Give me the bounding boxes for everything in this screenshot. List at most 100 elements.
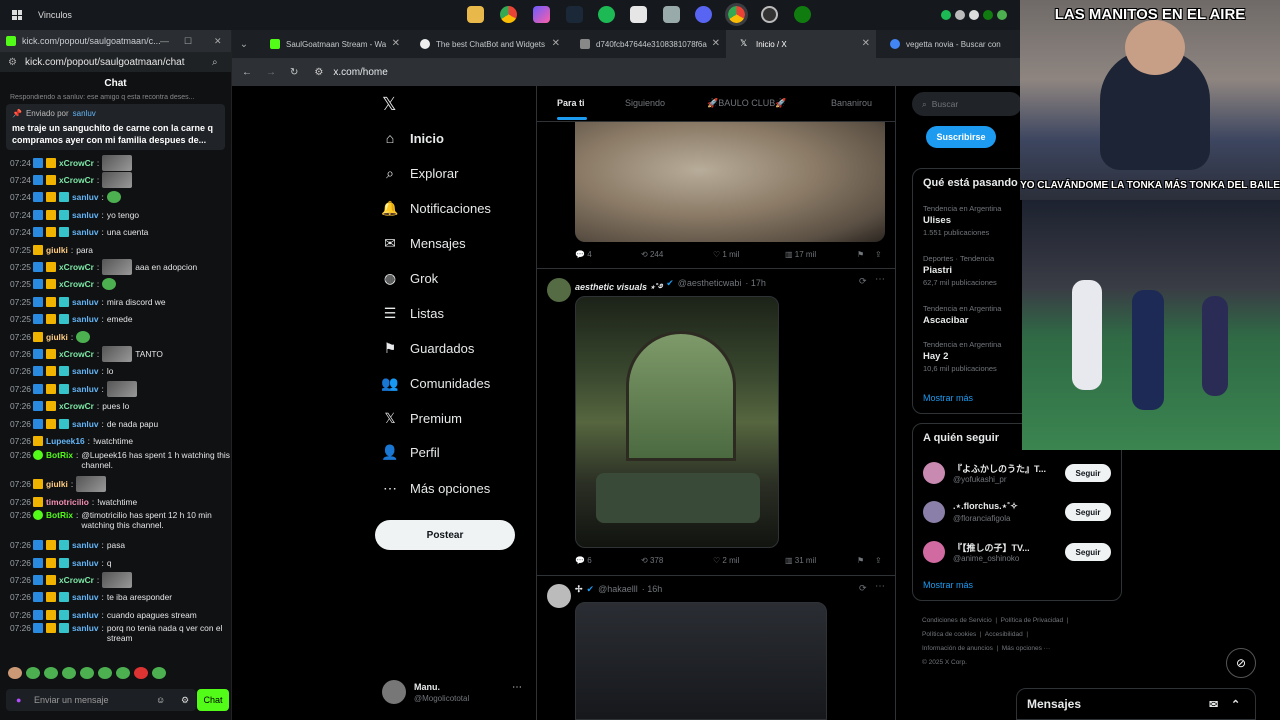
message-username[interactable]: xCrowCr bbox=[59, 401, 94, 411]
tray-spotify-icon[interactable] bbox=[941, 10, 951, 20]
message-username[interactable]: sanluv bbox=[72, 297, 99, 307]
chat-message[interactable]: 07:26 sanluv: de nada papu bbox=[10, 415, 231, 432]
new-message-icon[interactable]: ✉ bbox=[1209, 698, 1218, 711]
footer-link[interactable]: Más opciones ··· bbox=[1002, 645, 1050, 652]
chat-message[interactable]: 07:25 xCrowCr: aaa en adopcion bbox=[10, 258, 231, 276]
follow-button[interactable]: Seguir bbox=[1065, 543, 1111, 561]
chat-message[interactable]: 07:26 giulki: bbox=[10, 328, 231, 345]
nav-item-premium[interactable]: 𝕏 Premium bbox=[382, 410, 462, 426]
tab-chatbot[interactable]: The best ChatBot and Widgets ✕ bbox=[406, 30, 566, 58]
message-username[interactable]: sanluv bbox=[72, 558, 99, 568]
follow-button[interactable]: Seguir bbox=[1065, 503, 1111, 521]
grok-icon[interactable]: ⟳ bbox=[859, 276, 867, 287]
reply-action[interactable]: 💬 4 bbox=[575, 250, 641, 259]
tab-close-icon[interactable]: ✕ bbox=[862, 38, 870, 49]
kick-url-bar[interactable]: ⚙ kick.com/popout/saulgoatmaan/chat ⌕ bbox=[0, 52, 231, 72]
tab-siguiendo[interactable]: Siguiendo bbox=[625, 98, 665, 108]
tab-kick[interactable]: SaulGoatmaan Stream - Wa ✕ bbox=[256, 30, 406, 58]
post-avatar[interactable] bbox=[547, 278, 571, 302]
kick-search-icon[interactable]: ⌕ bbox=[212, 57, 218, 68]
tab-close-icon[interactable]: ✕ bbox=[392, 38, 400, 49]
chat-message[interactable]: 07:26 sanluv: q bbox=[10, 554, 231, 571]
grok-icon[interactable]: ⟳ bbox=[859, 583, 867, 594]
chat-message[interactable]: 07:26 xCrowCr: pues lo bbox=[10, 397, 231, 414]
nav-item-grok[interactable]: ◍ Grok bbox=[382, 270, 438, 286]
chat-settings-icon[interactable]: ⚙ bbox=[181, 695, 189, 706]
chat-message[interactable]: 07:26 xCrowCr: bbox=[10, 571, 231, 588]
chat-message[interactable]: 07:26 sanluv: porq no tenia nada q ver con… bbox=[10, 623, 231, 649]
chat-message[interactable]: 07:24 sanluv: yo tengo bbox=[10, 206, 231, 223]
x-logo-icon[interactable]: 𝕏 bbox=[382, 94, 397, 115]
chat-message[interactable]: 07:26 sanluv: cuando apagues stream bbox=[10, 606, 231, 623]
message-username[interactable]: giulki bbox=[46, 245, 68, 255]
chat-message[interactable]: 07:26 timotricilio: !watchtime bbox=[10, 493, 231, 510]
message-username[interactable]: sanluv bbox=[72, 610, 99, 620]
chat-message[interactable]: 07:25 sanluv: mira discord we bbox=[10, 293, 231, 310]
chat-message[interactable]: 07:26 BotRix: @timotricilio has spent 12 h… bbox=[10, 510, 231, 536]
chat-message[interactable]: 07:25 giulki: para bbox=[10, 241, 231, 258]
emote-icon[interactable] bbox=[44, 667, 58, 679]
follow-name[interactable]: 『よふかしのうた』T... bbox=[953, 462, 1046, 475]
minimize-icon[interactable]: — bbox=[160, 36, 169, 46]
chat-message[interactable]: 07:26 Lupeek16: !watchtime bbox=[10, 432, 231, 449]
follow-name[interactable]: 『【推しの子】TV... bbox=[953, 541, 1030, 554]
chat-message-input[interactable]: ● Enviar un mensaje ☺ ⚙ bbox=[6, 689, 196, 711]
message-username[interactable]: xCrowCr bbox=[59, 279, 94, 289]
bookmark-icon[interactable]: ⚑ bbox=[857, 556, 875, 565]
chat-message[interactable]: 07:26 giulki: bbox=[10, 476, 231, 493]
tray-icon-3[interactable] bbox=[997, 10, 1007, 20]
message-username[interactable]: sanluv bbox=[72, 623, 99, 633]
emote-picker-icon[interactable]: ☺ bbox=[156, 695, 165, 705]
grok-float-icon[interactable]: ⊘ bbox=[1226, 648, 1256, 678]
chat-send-button[interactable]: Chat bbox=[197, 689, 229, 711]
tray-icon-2[interactable] bbox=[969, 10, 979, 20]
tray-xbox-icon[interactable] bbox=[983, 10, 993, 20]
avatar[interactable] bbox=[923, 462, 945, 484]
message-username[interactable]: sanluv bbox=[72, 419, 99, 429]
maximize-icon[interactable]: ☐ bbox=[184, 36, 192, 47]
account-switcher[interactable]: Manu. @Mogolicototal ⋯ bbox=[382, 680, 522, 706]
tab-x-home[interactable]: 𝕏 Inicio / X ✕ bbox=[726, 30, 876, 58]
chat-message[interactable]: 07:24 xCrowCr: bbox=[10, 171, 231, 189]
more-icon[interactable]: ⋯ bbox=[512, 682, 522, 693]
emote-icon[interactable] bbox=[8, 667, 22, 679]
tab-baulo-club[interactable]: 🚀BAULO CLUB🚀 bbox=[707, 98, 786, 109]
emote-icon[interactable] bbox=[116, 667, 130, 679]
message-username[interactable]: BotRix bbox=[46, 510, 73, 520]
tab-para-ti[interactable]: Para ti bbox=[557, 98, 585, 108]
post-author-handle[interactable]: @hakaelll bbox=[598, 584, 638, 595]
show-more-follow-link[interactable]: Mostrar más bbox=[923, 580, 973, 590]
follow-name[interactable]: .⋆.florchus.⋆˚✧ bbox=[953, 501, 1018, 512]
spotify-icon[interactable] bbox=[598, 6, 615, 23]
repost-action[interactable]: ⟲ 378 bbox=[641, 556, 713, 565]
message-username[interactable]: xCrowCr bbox=[59, 175, 94, 185]
emote-icon[interactable] bbox=[62, 667, 76, 679]
footer-link[interactable]: Política de cookies bbox=[922, 631, 976, 638]
message-username[interactable]: giulki bbox=[46, 479, 68, 489]
footer-link[interactable]: Información de anuncios bbox=[922, 645, 993, 652]
chat-message[interactable]: 07:24 xCrowCr: bbox=[10, 154, 231, 171]
site-info-icon[interactable]: ⚙ bbox=[314, 67, 323, 78]
post-more-icon[interactable]: ⋯ bbox=[875, 274, 885, 285]
message-username[interactable]: xCrowCr bbox=[59, 349, 94, 359]
chat-message[interactable]: 07:26 sanluv: pasa bbox=[10, 536, 231, 553]
message-username[interactable]: xCrowCr bbox=[59, 262, 94, 272]
site-settings-icon[interactable]: ⚙ bbox=[8, 57, 17, 68]
windows-start-icon[interactable] bbox=[12, 10, 22, 20]
footer-link[interactable]: Accesibilidad bbox=[985, 631, 1023, 638]
tab-hash[interactable]: d740fcb47644e3108381078f6a ✕ bbox=[566, 30, 726, 58]
repost-action[interactable]: ⟲ 244 bbox=[641, 250, 713, 259]
message-username[interactable]: sanluv bbox=[72, 540, 99, 550]
message-username[interactable]: sanluv bbox=[72, 314, 99, 324]
tab-search-icon[interactable]: ⌄ bbox=[232, 39, 256, 50]
follow-button[interactable]: Seguir bbox=[1065, 464, 1111, 482]
nav-item-comunidades[interactable]: 👥 Comunidades bbox=[381, 375, 490, 391]
message-username[interactable]: xCrowCr bbox=[59, 158, 94, 168]
tab-close-icon[interactable]: ✕ bbox=[712, 38, 720, 49]
chat-message[interactable]: 07:24 sanluv: bbox=[10, 189, 231, 206]
xbox-icon[interactable] bbox=[794, 6, 811, 23]
trend-item[interactable]: Tendencia en Argentina Ulises 1.551 public… bbox=[923, 203, 1031, 239]
address-text[interactable]: x.com/home bbox=[333, 67, 387, 78]
nav-item-notificaciones[interactable]: 🔔 Notificaciones bbox=[381, 200, 491, 216]
follow-suggestion[interactable]: 『よふかしのうた』T... @yofukashi_pr Seguir bbox=[913, 460, 1121, 490]
